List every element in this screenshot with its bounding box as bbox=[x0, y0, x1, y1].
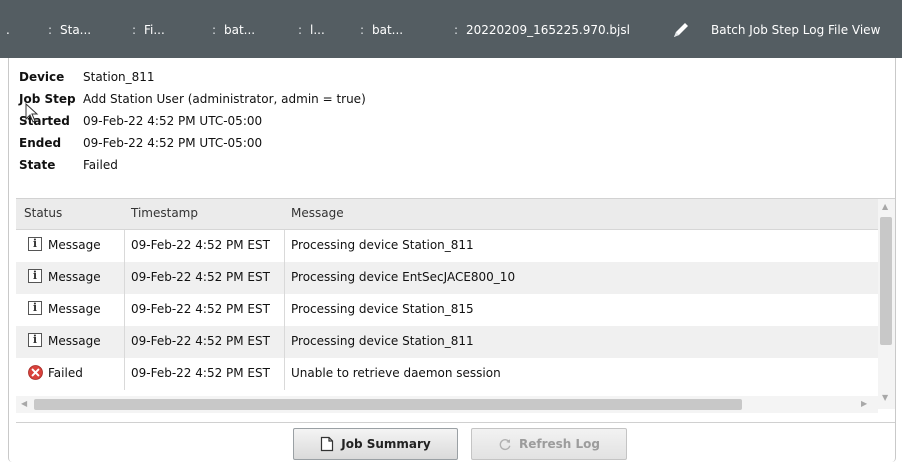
detail-ended: Ended 09-Feb-22 4:52 PM UTC-05:00 bbox=[19, 132, 262, 154]
breadcrumb-separator: : bbox=[454, 23, 459, 37]
job-summary-button[interactable]: Job Summary bbox=[293, 428, 458, 460]
table-row[interactable]: i Message 09-Feb-22 4:52 PM EST Processi… bbox=[16, 294, 878, 327]
vertical-scroll-thumb[interactable] bbox=[880, 217, 892, 345]
breadcrumb-separator: : bbox=[360, 23, 365, 37]
column-header-status[interactable]: Status bbox=[24, 206, 62, 220]
detail-label: Ended bbox=[19, 136, 62, 150]
mouse-cursor-icon bbox=[25, 103, 39, 123]
detail-value: 09-Feb-22 4:52 PM UTC-05:00 bbox=[83, 136, 263, 150]
row-message: Unable to retrieve daemon session bbox=[291, 366, 501, 380]
column-divider bbox=[124, 358, 125, 390]
table-row[interactable]: i Message 09-Feb-22 4:52 PM EST Processi… bbox=[16, 326, 878, 359]
scroll-left-arrow-icon[interactable]: ◀ bbox=[21, 399, 27, 408]
row-status: Failed bbox=[48, 366, 83, 380]
view-selector[interactable]: Batch Job Step Log File View bbox=[711, 22, 880, 38]
job-summary-label: Job Summary bbox=[341, 437, 431, 451]
breadcrumb-leading[interactable]: . bbox=[6, 22, 10, 38]
info-icon: i bbox=[28, 301, 42, 315]
row-status: Message bbox=[48, 334, 101, 348]
horizontal-scroll-thumb[interactable] bbox=[34, 399, 742, 410]
row-timestamp: 09-Feb-22 4:52 PM EST bbox=[131, 238, 270, 252]
divider bbox=[16, 422, 895, 423]
column-divider bbox=[284, 358, 285, 390]
table-row[interactable]: i Message 09-Feb-22 4:52 PM EST Processi… bbox=[16, 262, 878, 295]
horizontal-scrollbar[interactable]: ◀ ▶ bbox=[16, 396, 878, 413]
row-message: Processing device Station_815 bbox=[291, 302, 474, 316]
breadcrumb-item-1[interactable]: Sta... bbox=[60, 22, 91, 38]
column-divider bbox=[124, 262, 125, 294]
row-timestamp: 09-Feb-22 4:52 PM EST bbox=[131, 270, 270, 284]
row-timestamp: 09-Feb-22 4:52 PM EST bbox=[131, 334, 270, 348]
table-header: Status Timestamp Message bbox=[16, 199, 878, 230]
breadcrumb-separator: : bbox=[48, 23, 53, 37]
column-divider bbox=[124, 230, 125, 262]
info-icon: i bbox=[28, 237, 42, 251]
pencil-icon[interactable] bbox=[670, 19, 692, 41]
row-timestamp: 09-Feb-22 4:52 PM EST bbox=[131, 366, 270, 380]
detail-label: Device bbox=[19, 70, 65, 84]
breadcrumb-item-3[interactable]: bat... bbox=[224, 22, 255, 38]
refresh-log-label: Refresh Log bbox=[519, 437, 600, 451]
breadcrumb-item-file[interactable]: 20220209_165225.970.bjsl bbox=[466, 22, 630, 38]
row-message: Processing device EntSecJACE800_10 bbox=[291, 270, 516, 284]
column-divider bbox=[124, 294, 125, 326]
detail-started: Started 09-Feb-22 4:52 PM UTC-05:00 bbox=[19, 110, 262, 132]
log-table: Status Timestamp Message i Message 09-Fe… bbox=[16, 198, 895, 425]
breadcrumb-item-4[interactable]: l... bbox=[310, 22, 325, 38]
table-row[interactable]: Failed 09-Feb-22 4:52 PM EST Unable to r… bbox=[16, 358, 878, 390]
document-icon bbox=[321, 436, 334, 452]
refresh-log-button[interactable]: Refresh Log bbox=[471, 428, 627, 460]
refresh-icon bbox=[499, 439, 511, 451]
row-message: Processing device Station_811 bbox=[291, 238, 474, 252]
row-status: Message bbox=[48, 238, 101, 252]
detail-state: State Failed bbox=[19, 154, 118, 176]
failed-icon bbox=[28, 365, 43, 380]
breadcrumb-item-2[interactable]: Fi... bbox=[144, 22, 165, 38]
table-row[interactable]: i Message 09-Feb-22 4:52 PM EST Processi… bbox=[16, 230, 878, 263]
breadcrumb-bar: . : Sta... : Fi... : bat... : l... : bat… bbox=[0, 0, 902, 58]
row-status: Message bbox=[48, 302, 101, 316]
scroll-down-arrow-icon[interactable]: ▼ bbox=[882, 393, 888, 402]
column-divider bbox=[284, 230, 285, 262]
column-divider bbox=[124, 326, 125, 358]
vertical-scrollbar[interactable]: ▲ ▼ bbox=[878, 199, 895, 409]
column-divider bbox=[284, 262, 285, 294]
detail-value: 09-Feb-22 4:52 PM UTC-05:00 bbox=[83, 114, 263, 128]
detail-value: Station_811 bbox=[83, 70, 155, 84]
detail-job-step: Job Step Add Station User (administrator,… bbox=[19, 88, 366, 110]
column-header-message[interactable]: Message bbox=[291, 206, 344, 220]
row-message: Processing device Station_811 bbox=[291, 334, 474, 348]
scroll-up-arrow-icon[interactable]: ▲ bbox=[882, 202, 888, 211]
breadcrumb-separator: : bbox=[298, 23, 303, 37]
detail-device: Device Station_811 bbox=[19, 66, 155, 88]
detail-value: Failed bbox=[83, 158, 118, 172]
column-divider bbox=[284, 294, 285, 326]
detail-value: Add Station User (administrator, admin =… bbox=[83, 92, 366, 106]
breadcrumb-separator: : bbox=[212, 23, 217, 37]
detail-label: State bbox=[19, 158, 56, 172]
info-icon: i bbox=[28, 269, 42, 283]
row-status: Message bbox=[48, 270, 101, 284]
info-icon: i bbox=[28, 333, 42, 347]
row-timestamp: 09-Feb-22 4:52 PM EST bbox=[131, 302, 270, 316]
breadcrumb-separator: : bbox=[132, 23, 137, 37]
scroll-right-arrow-icon[interactable]: ▶ bbox=[861, 399, 867, 408]
column-divider bbox=[284, 326, 285, 358]
column-header-timestamp[interactable]: Timestamp bbox=[131, 206, 198, 220]
breadcrumb-item-5[interactable]: bat... bbox=[372, 22, 403, 38]
log-view-panel: Device Station_811 Job Step Add Station Us… bbox=[8, 58, 896, 462]
